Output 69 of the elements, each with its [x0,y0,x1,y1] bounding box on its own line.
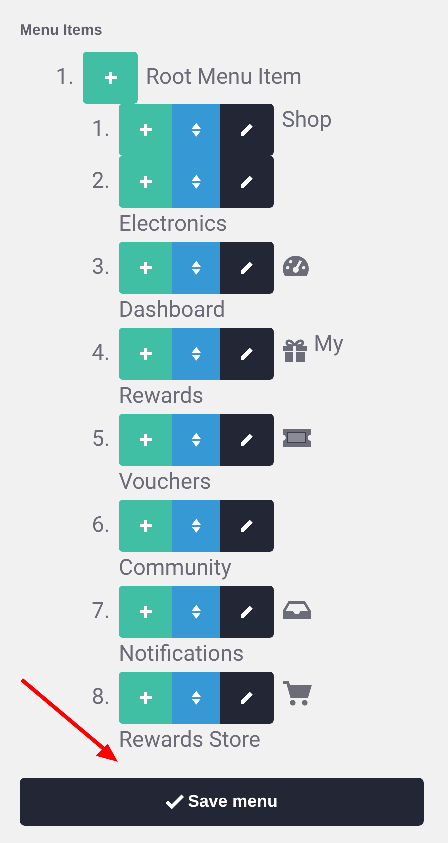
pencil-icon [239,260,255,276]
edit-button[interactable] [220,414,274,466]
plus-icon [138,122,152,136]
edit-button[interactable] [220,104,274,156]
edit-button[interactable] [220,156,274,208]
edit-button[interactable] [220,500,274,552]
item-number: 2. [92,168,112,196]
pencil-icon [239,690,255,706]
checkmark-icon [166,794,184,809]
add-button[interactable] [119,500,172,552]
sort-icon [192,604,200,618]
edit-button[interactable] [220,242,274,294]
sort-icon [192,122,200,136]
plus-icon [138,346,152,360]
item-label: Rewards [119,382,204,410]
sort-icon [192,346,200,360]
item-label: Root Menu Item [146,64,302,92]
cart-icon [282,680,312,706]
add-button[interactable] [119,586,172,638]
sort-icon [192,690,200,704]
add-button[interactable] [119,156,172,208]
plus-icon [138,604,152,618]
plus-icon [138,518,152,532]
pencil-icon [239,122,255,138]
pencil-icon [239,346,255,362]
pencil-icon [239,432,255,448]
plus-icon [138,174,152,188]
sort-icon [192,174,200,188]
inbox-icon [282,598,312,620]
item-label: Community [119,554,232,582]
save-menu-button[interactable]: Save menu [20,778,424,826]
plus-icon [138,432,152,446]
edit-button[interactable] [220,672,274,724]
pencil-icon [239,518,255,534]
plus-icon [138,260,152,274]
item-label: Shop [282,106,332,134]
add-button[interactable] [119,672,172,724]
section-heading: Menu Items [20,21,104,41]
plus-icon [104,70,118,84]
item-label: My [314,330,344,358]
item-label: Rewards Store [119,726,261,754]
item-number: 8. [92,684,112,712]
edit-button[interactable] [220,328,274,380]
sort-icon [192,432,200,446]
gift-icon [282,338,308,362]
item-number: 6. [92,512,112,540]
ticket-icon [282,426,312,448]
sort-icon [192,518,200,532]
pencil-icon [239,604,255,620]
item-number: 3. [92,254,112,282]
item-label: Electronics [119,210,228,238]
item-label: Notifications [119,640,244,668]
add-button[interactable] [119,104,172,156]
item-number: 1. [56,64,76,92]
add-button[interactable] [119,242,172,294]
item-label: Dashboard [119,296,226,324]
add-button[interactable] [119,328,172,380]
pencil-icon [239,174,255,190]
item-number: 7. [92,598,112,626]
sort-icon [192,260,200,274]
edit-button[interactable] [220,586,274,638]
add-button[interactable] [83,52,138,104]
add-button[interactable] [119,414,172,466]
item-number: 4. [92,340,112,368]
item-number: 1. [92,116,112,144]
item-label: Vouchers [119,468,212,496]
gauge-icon [282,254,310,276]
plus-icon [138,690,152,704]
item-number: 5. [92,426,112,454]
